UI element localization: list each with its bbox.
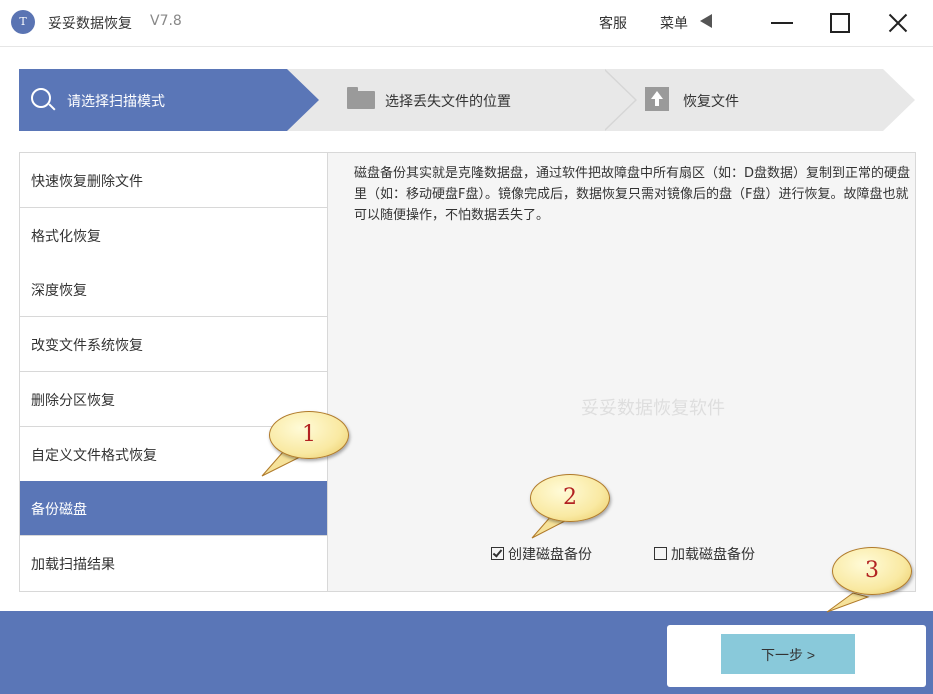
mode-load-scan-results[interactable]: 加载扫描结果: [20, 536, 327, 590]
close-button[interactable]: [883, 8, 913, 38]
app-logo-icon: T: [11, 10, 35, 34]
mode-description-panel: 磁盘备份其实就是克隆数据盘，通过软件把故障盘中所有扇区（如：D盘数据）复制到正常…: [327, 152, 916, 592]
step-select-location: 选择丢失文件的位置: [287, 69, 637, 131]
step-label: 请选择扫描模式: [67, 94, 165, 110]
create-backup-label: 创建磁盘备份: [508, 547, 592, 563]
mode-quick-recover[interactable]: 快速恢复删除文件: [20, 153, 327, 208]
mode-label: 格式化恢复: [31, 229, 101, 245]
footer-bar: 下一步 >: [0, 611, 933, 694]
maximize-button[interactable]: [825, 8, 855, 38]
load-backup-checkbox[interactable]: 加载磁盘备份: [654, 544, 755, 564]
mode-deep-recover[interactable]: 深度恢复: [20, 262, 327, 317]
mode-backup-disk[interactable]: 备份磁盘: [20, 481, 327, 536]
restore-icon: [645, 87, 669, 111]
mode-format-recover[interactable]: 格式化恢复: [20, 208, 327, 263]
next-button-container: 下一步 >: [667, 625, 926, 687]
load-backup-label: 加载磁盘备份: [671, 547, 755, 563]
watermark: 妥妥数据恢复软件: [581, 398, 725, 419]
mode-label: 深度恢复: [31, 283, 87, 299]
step-restore-files: 恢复文件: [605, 69, 915, 131]
steps-bar: 请选择扫描模式 选择丢失文件的位置 恢复文件: [19, 69, 915, 131]
callout-2: 2: [530, 474, 610, 522]
menu-link[interactable]: 菜单: [660, 13, 688, 33]
checkbox-unchecked-icon[interactable]: [654, 547, 667, 560]
mode-label: 改变文件系统恢复: [31, 338, 143, 354]
callout-3: 3: [832, 547, 912, 595]
minimize-button[interactable]: [767, 8, 797, 38]
mode-label: 快速恢复删除文件: [31, 174, 143, 190]
create-backup-checkbox[interactable]: 创建磁盘备份: [491, 544, 592, 564]
step-label: 恢复文件: [683, 94, 739, 110]
mode-label: 备份磁盘: [31, 502, 87, 518]
folder-icon: [347, 87, 375, 109]
title-bar: T 妥妥数据恢复 V7.8 客服 菜单: [0, 0, 933, 47]
app-version: V7.8: [150, 13, 182, 29]
step-scan-mode: 请选择扫描模式: [19, 69, 319, 131]
mode-label: 加载扫描结果: [31, 557, 115, 573]
mode-label: 自定义文件格式恢复: [31, 448, 157, 464]
mode-label: 删除分区恢复: [31, 393, 115, 409]
step-label: 选择丢失文件的位置: [385, 94, 511, 110]
callout-1: 1: [269, 411, 349, 459]
menu-arrow-icon[interactable]: [700, 14, 712, 28]
scan-mode-list: 快速恢复删除文件 格式化恢复 深度恢复 改变文件系统恢复 删除分区恢复 自定义文…: [19, 152, 328, 592]
checkbox-checked-icon[interactable]: [491, 547, 504, 560]
support-link[interactable]: 客服: [599, 13, 627, 33]
search-icon: [31, 88, 51, 108]
app-title: 妥妥数据恢复: [48, 16, 132, 32]
next-button[interactable]: 下一步 >: [721, 634, 855, 674]
mode-description: 磁盘备份其实就是克隆数据盘，通过软件把故障盘中所有扇区（如：D盘数据）复制到正常…: [354, 166, 911, 223]
mode-filesystem-recover[interactable]: 改变文件系统恢复: [20, 317, 327, 372]
